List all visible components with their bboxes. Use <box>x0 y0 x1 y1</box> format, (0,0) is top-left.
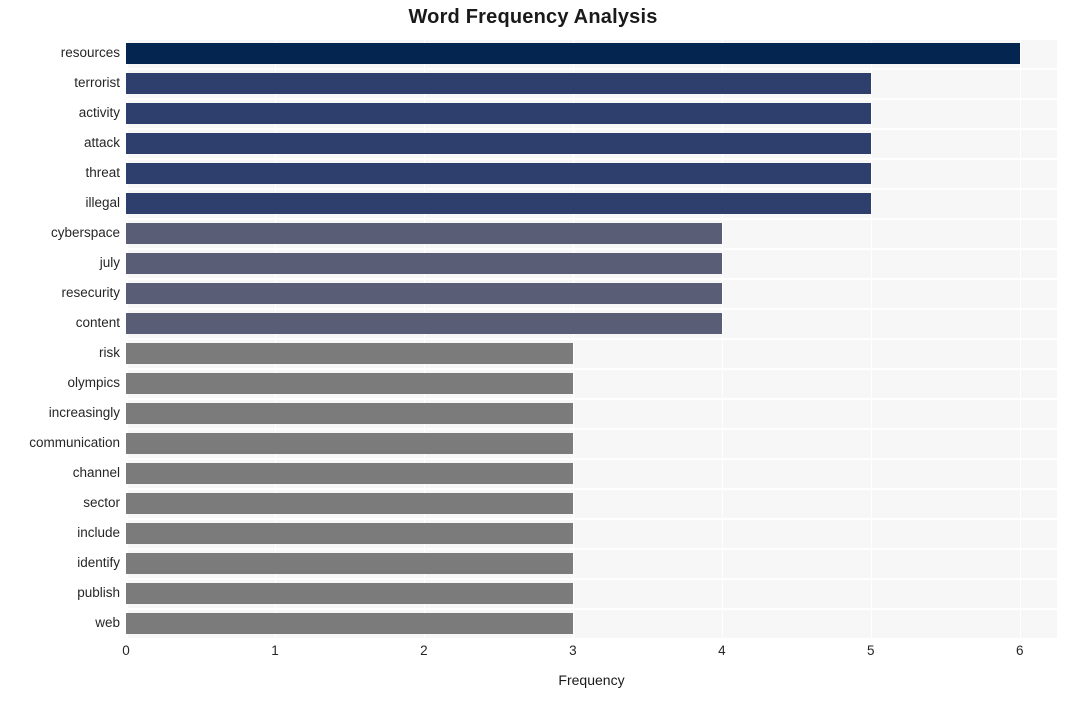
x-tick-label: 6 <box>1015 643 1024 658</box>
y-tick-label: attack <box>83 135 120 150</box>
bar <box>126 222 722 244</box>
bar <box>126 522 573 544</box>
y-tick-label: publish <box>77 585 120 600</box>
bar <box>126 492 573 514</box>
bar <box>126 312 722 334</box>
y-tick-label: threat <box>85 165 120 180</box>
y-tick-label: risk <box>99 345 120 360</box>
y-tick-label: resources <box>60 45 120 60</box>
y-tick-label: web <box>95 615 120 630</box>
y-tick-label: channel <box>72 465 120 480</box>
bar <box>126 462 573 484</box>
x-tick-label: 0 <box>122 643 130 658</box>
bar <box>126 432 573 454</box>
plot-area <box>126 38 1057 638</box>
bar <box>126 552 573 574</box>
y-tick-label: cyberspace <box>50 225 120 240</box>
y-tick-label: communication <box>29 435 120 450</box>
bars-layer <box>126 38 1057 638</box>
bar <box>126 612 573 634</box>
y-tick-label: increasingly <box>48 405 120 420</box>
bar <box>126 72 871 94</box>
x-axis-tick-labels: 0 1 2 3 4 5 6 <box>122 643 1057 665</box>
y-tick-label: content <box>75 315 120 330</box>
y-tick-label: sector <box>83 495 120 510</box>
bar <box>126 102 871 124</box>
y-tick-label: olympics <box>67 375 120 390</box>
bar <box>126 162 871 184</box>
bar <box>126 282 722 304</box>
bar <box>126 372 573 394</box>
y-tick-label: july <box>99 255 120 270</box>
bar <box>126 582 573 604</box>
y-axis-tick-labels: resources terrorist activity attack threat il… <box>0 38 120 638</box>
x-tick-label: 5 <box>867 643 875 658</box>
word-frequency-chart: Word Frequency Analysis resources terrori… <box>0 0 1066 701</box>
x-tick-label: 1 <box>271 643 279 658</box>
y-tick-label: activity <box>78 105 120 120</box>
y-tick-label: terrorist <box>74 75 120 90</box>
y-tick-label: illegal <box>85 195 120 210</box>
y-tick-label: resecurity <box>61 285 120 300</box>
x-tick-label: 4 <box>718 643 726 658</box>
bar <box>126 252 722 274</box>
bar <box>126 132 871 154</box>
bar <box>126 42 1020 64</box>
y-tick-label: identify <box>77 555 120 570</box>
bar <box>126 192 871 214</box>
x-axis-title: Frequency <box>558 672 625 688</box>
bar <box>126 402 573 424</box>
x-tick-label: 2 <box>420 643 428 658</box>
chart-title: Word Frequency Analysis <box>408 6 658 28</box>
x-tick-label: 3 <box>569 643 577 658</box>
y-tick-label: include <box>77 525 120 540</box>
bar <box>126 342 573 364</box>
